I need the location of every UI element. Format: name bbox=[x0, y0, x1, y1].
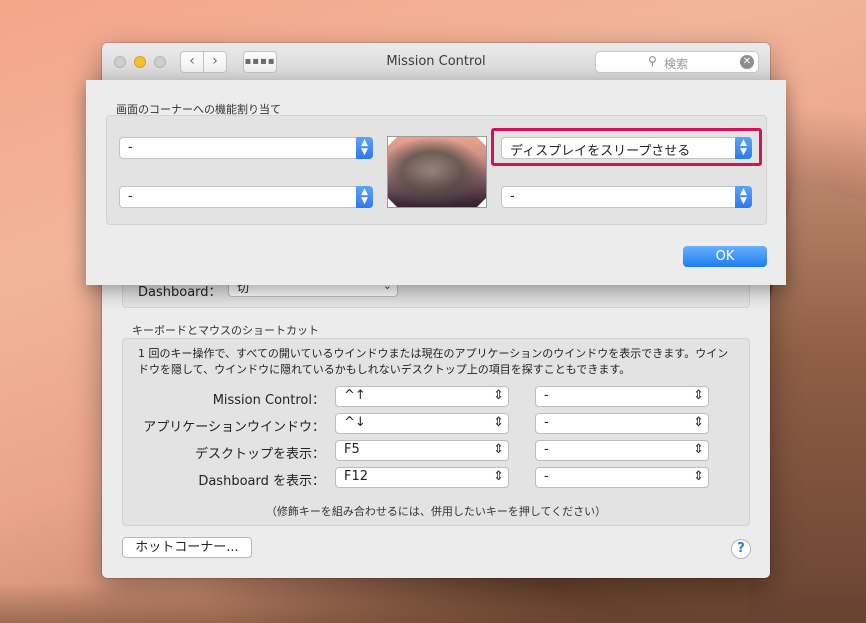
help-icon[interactable]: ? bbox=[731, 539, 751, 559]
row-label-show-dashboard: Dashboard を表示： bbox=[198, 474, 325, 489]
corner-marker-icon bbox=[388, 137, 397, 146]
app-windows-mouse-popup[interactable]: - ⇕ bbox=[535, 413, 709, 434]
bottom-right-corner-popup[interactable]: - ▲ ▼ bbox=[501, 186, 752, 208]
updown-chevron-icon: ⇕ bbox=[693, 442, 704, 457]
hot-corners-sheet: 画面のコーナーへの機能割り当て - ▲ ▼ - ▲ ▼ ディスプレイをスリープさせる… bbox=[86, 80, 786, 285]
updown-chevron-icon: ⇕ bbox=[693, 388, 704, 403]
updown-chevron-icon: ⇕ bbox=[693, 469, 704, 484]
search-field[interactable]: ⚲ 検索 ✕ bbox=[595, 51, 759, 73]
updown-chevron-icon: ⇕ bbox=[493, 388, 504, 403]
updown-chevron-icon: ⇕ bbox=[693, 415, 704, 430]
titlebar: ‹ › ▪▪▪▪ Mission Control ⚲ 検索 ✕ bbox=[102, 43, 770, 81]
updown-chevron-icon: ⇕ bbox=[493, 415, 504, 430]
show-desktop-mouse-popup[interactable]: - ⇕ bbox=[535, 440, 709, 461]
mission-control-mouse-popup[interactable]: - ⇕ bbox=[535, 386, 709, 407]
top-left-corner-popup[interactable]: - ▲ ▼ bbox=[119, 137, 373, 159]
popup-value: - bbox=[544, 388, 549, 403]
popup-value: F5 bbox=[344, 442, 360, 457]
corner-marker-icon bbox=[477, 137, 486, 146]
popup-value: - bbox=[128, 140, 133, 155]
corner-marker-icon bbox=[388, 198, 397, 207]
popup-value: ^↓ bbox=[344, 415, 366, 430]
row-label-app-windows: アプリケーションウインドウ： bbox=[143, 420, 325, 435]
desktop-preview-image bbox=[387, 136, 487, 208]
updown-chevron-icon: ▲ ▼ bbox=[356, 137, 373, 159]
popup-value: - bbox=[510, 189, 515, 204]
keyboard-section-title: キーボードとマウスのショートカット bbox=[132, 324, 319, 337]
show-dashboard-mouse-popup[interactable]: - ⇕ bbox=[535, 467, 709, 488]
popup-value: ^↑ bbox=[344, 388, 366, 403]
show-desktop-key-popup[interactable]: F5 ⇕ bbox=[335, 440, 509, 461]
desktop-ground bbox=[0, 583, 866, 623]
show-dashboard-key-popup[interactable]: F12 ⇕ bbox=[335, 467, 509, 488]
popup-value: - bbox=[544, 442, 549, 457]
search-icon: ⚲ bbox=[648, 54, 657, 68]
updown-chevron-icon: ⇕ bbox=[493, 442, 504, 457]
updown-chevron-icon: ▲ ▼ bbox=[735, 186, 752, 208]
row-label-mission-control: Mission Control： bbox=[212, 393, 325, 408]
row-label-show-desktop: デスクトップを表示： bbox=[194, 447, 325, 462]
popup-value: - bbox=[544, 415, 549, 430]
mission-control-key-popup[interactable]: ^↑ ⇕ bbox=[335, 386, 509, 407]
bottom-left-corner-popup[interactable]: - ▲ ▼ bbox=[119, 186, 373, 208]
modifier-note: （修飾キーを組み合わせるには、併用したいキーを押してください） bbox=[265, 505, 607, 518]
ok-button[interactable]: OK bbox=[683, 246, 767, 267]
corner-marker-icon bbox=[477, 198, 486, 207]
updown-chevron-icon: ⇕ bbox=[493, 469, 504, 484]
hot-corners-button[interactable]: ホットコーナー... bbox=[122, 537, 252, 558]
updown-chevron-icon: ▲ ▼ bbox=[356, 186, 373, 208]
highlight-annotation bbox=[491, 128, 762, 166]
clear-search-icon[interactable]: ✕ bbox=[740, 55, 754, 69]
popup-value: - bbox=[128, 189, 133, 204]
keyboard-description: 1 回のキー操作で、すべての開いているウインドウまたは現在のアプリケーションのウ… bbox=[138, 347, 729, 376]
popup-value: F12 bbox=[344, 469, 369, 484]
search-placeholder: 検索 bbox=[664, 57, 689, 71]
app-windows-key-popup[interactable]: ^↓ ⇕ bbox=[335, 413, 509, 434]
popup-value: - bbox=[544, 469, 549, 484]
